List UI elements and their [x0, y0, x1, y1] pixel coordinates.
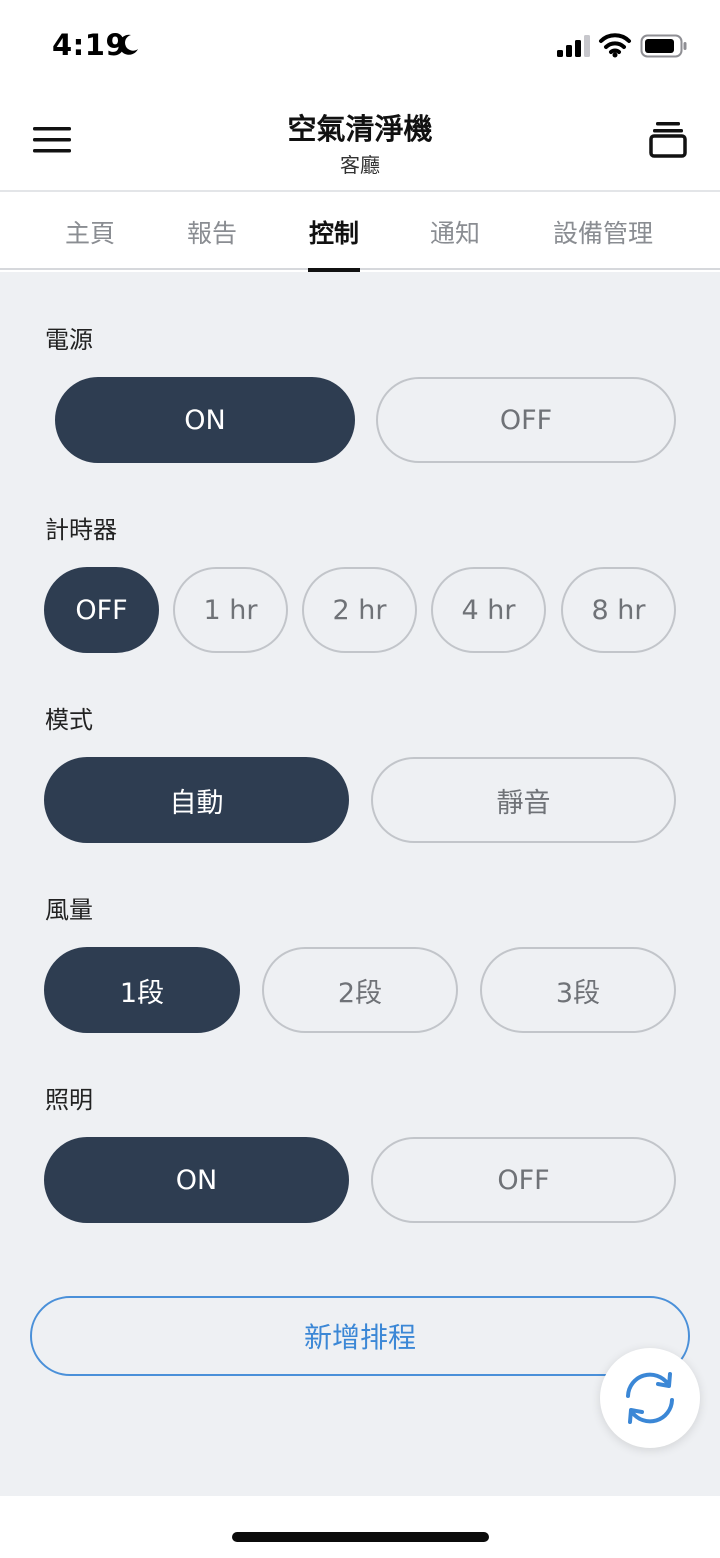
light-label: 照明 [45, 1086, 93, 1114]
stack-icon [649, 122, 687, 158]
tab-notification[interactable]: 通知 [429, 194, 481, 270]
fan-level-1-button[interactable]: 1段 [44, 947, 240, 1033]
light-on-button[interactable]: ON [44, 1137, 349, 1223]
control-panel: 電源 ON OFF 計時器 OFF 1 hr 2 hr 4 hr 8 hr 模式… [0, 272, 720, 1496]
tab-bar: 主頁 報告 控制 通知 設備管理 [0, 194, 720, 272]
fan-level-2-button[interactable]: 2段 [262, 947, 458, 1033]
device-stack-button[interactable] [642, 114, 694, 166]
light-off-button[interactable]: OFF [371, 1137, 676, 1223]
tab-home[interactable]: 主頁 [64, 194, 116, 270]
battery-icon [640, 34, 687, 58]
page-subtitle: 客廳 [340, 153, 380, 177]
app-header: 空氣清淨機 客廳 [0, 92, 720, 192]
timer-4hr-button[interactable]: 4 hr [431, 567, 546, 653]
page-title: 空氣清淨機 [287, 112, 433, 146]
home-indicator[interactable] [232, 1532, 489, 1542]
mode-label: 模式 [45, 706, 93, 734]
tab-control[interactable]: 控制 [308, 194, 360, 272]
mode-auto-button[interactable]: 自動 [44, 757, 349, 843]
tab-report[interactable]: 報告 [186, 194, 238, 270]
timer-8hr-button[interactable]: 8 hr [561, 567, 676, 653]
timer-off-button[interactable]: OFF [44, 567, 159, 653]
timer-1hr-button[interactable]: 1 hr [173, 567, 288, 653]
tab-device-management[interactable]: 設備管理 [551, 194, 655, 270]
mode-silent-button[interactable]: 靜音 [371, 757, 676, 843]
refresh-icon [626, 1372, 674, 1424]
fan-label: 風量 [45, 896, 93, 924]
moon-icon [118, 34, 138, 55]
power-off-button[interactable]: OFF [376, 377, 676, 463]
timer-2hr-button[interactable]: 2 hr [302, 567, 417, 653]
power-label: 電源 [45, 326, 93, 354]
signal-icon [557, 35, 590, 57]
wifi-icon [599, 33, 631, 58]
fan-level-3-button[interactable]: 3段 [480, 947, 676, 1033]
home-area [0, 1496, 720, 1558]
timer-label: 計時器 [45, 516, 117, 544]
refresh-button[interactable] [600, 1348, 700, 1448]
power-on-button[interactable]: ON [55, 377, 355, 463]
status-bar: 4:19 [0, 0, 720, 92]
add-schedule-button[interactable]: 新增排程 [30, 1296, 690, 1376]
